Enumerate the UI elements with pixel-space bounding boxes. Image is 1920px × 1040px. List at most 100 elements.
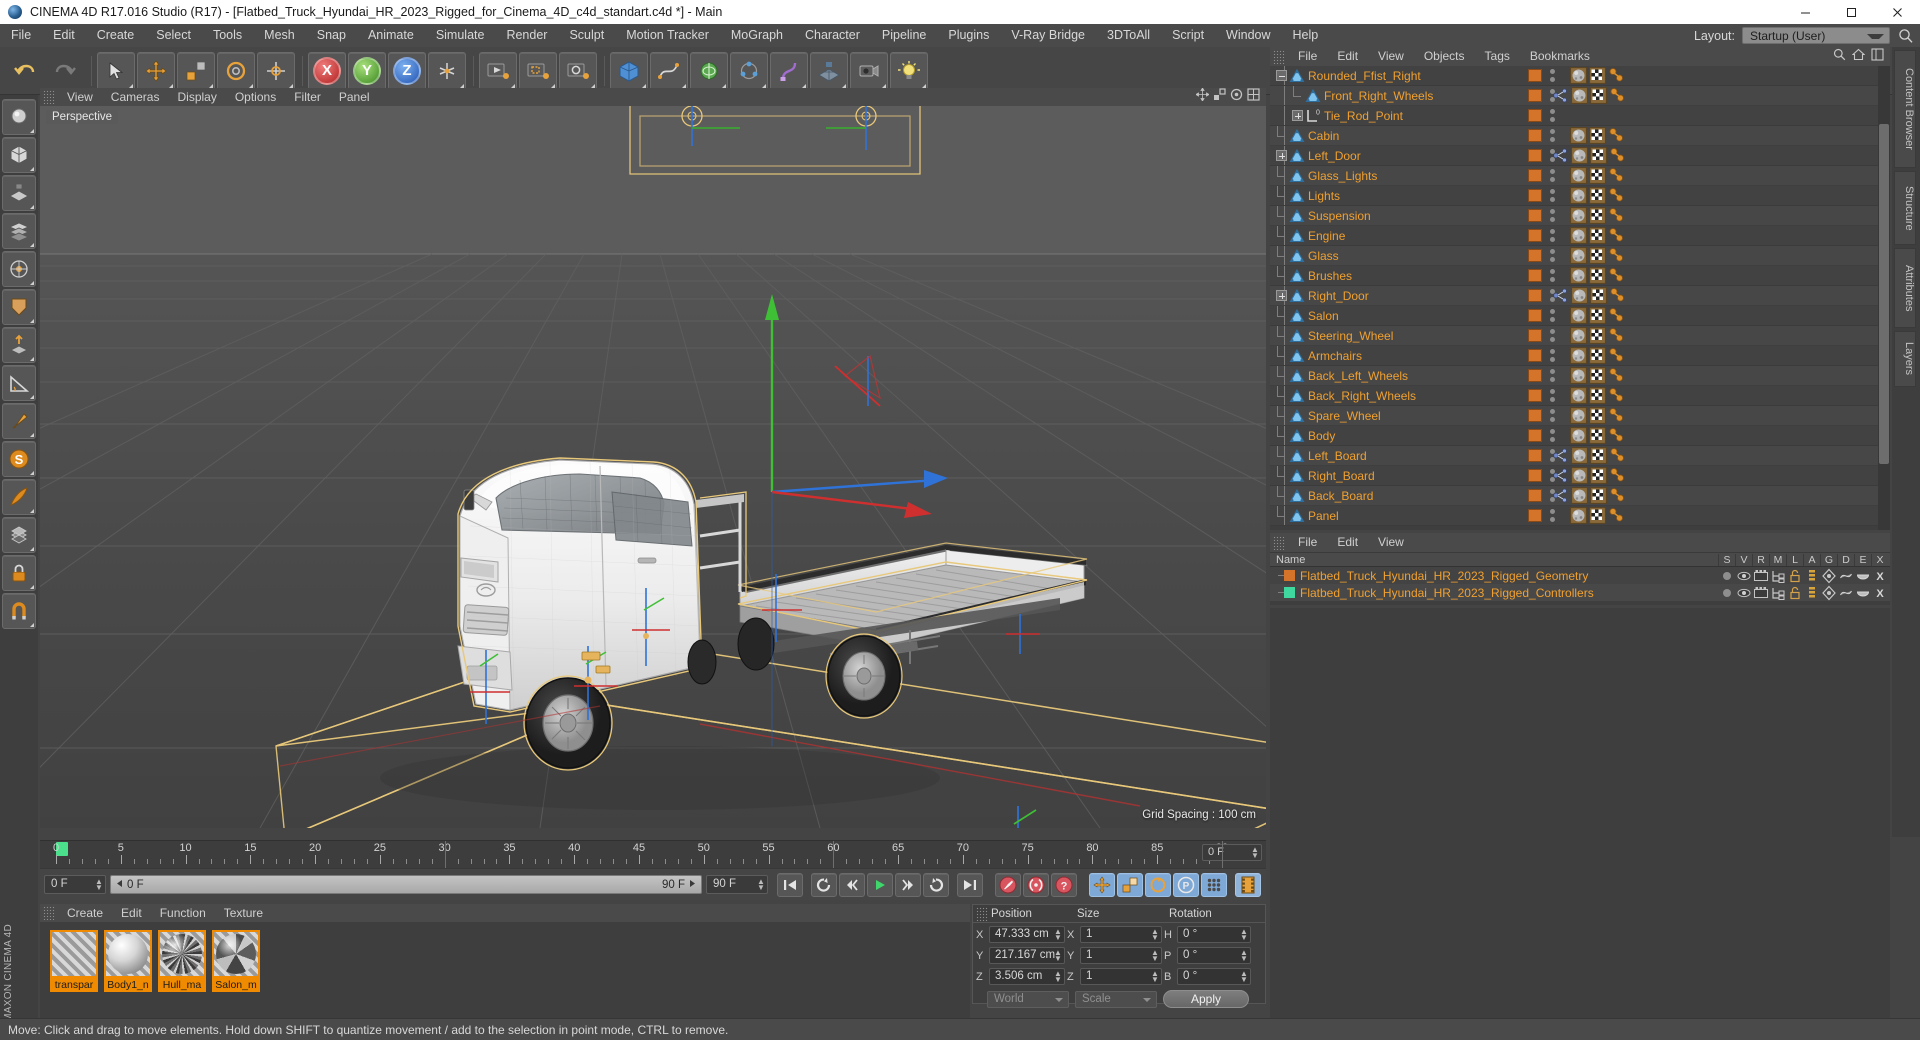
- expand-icon[interactable]: [1276, 290, 1287, 301]
- dock-tab-content-browser[interactable]: Content Browser: [1894, 50, 1916, 168]
- selection-tag-icon[interactable]: [1608, 67, 1625, 84]
- uv-checker-tag-icon[interactable]: [1589, 427, 1606, 444]
- render-settings-button[interactable]: [559, 51, 597, 90]
- play-backwards-button[interactable]: [811, 872, 837, 897]
- selection-tag-icon[interactable]: [1608, 407, 1625, 424]
- visibility-dots[interactable]: [1550, 209, 1555, 222]
- param-key-button[interactable]: P: [1173, 872, 1199, 897]
- menu-plugins[interactable]: Plugins: [937, 24, 1000, 47]
- menu-character[interactable]: Character: [794, 24, 871, 47]
- object-layer-color-chip[interactable]: [1528, 489, 1542, 502]
- selection-tag-icon[interactable]: [1609, 287, 1626, 304]
- selection-tag-icon[interactable]: [1608, 227, 1625, 244]
- current-frame-field[interactable]: 0 F ▲ ▼: [44, 875, 106, 894]
- rotation-key-button[interactable]: [1145, 872, 1171, 897]
- xpresso-tag-icon[interactable]: [1552, 447, 1569, 464]
- take-deformer-icon[interactable]: [1837, 567, 1854, 584]
- selection-tag-icon[interactable]: [1608, 347, 1625, 364]
- object-layer-color-chip[interactable]: [1528, 329, 1542, 342]
- spinner-icon[interactable]: ▲ ▼: [1151, 948, 1159, 962]
- object-row-lights[interactable]: Lights: [1270, 185, 1878, 206]
- object-manager-scrollbar[interactable]: [1878, 66, 1890, 530]
- visibility-dots[interactable]: [1550, 349, 1555, 362]
- expand-icon[interactable]: [1276, 150, 1287, 161]
- texture-tag-icon[interactable]: [1570, 67, 1587, 84]
- box-object-tool[interactable]: [2, 137, 36, 173]
- selection-tag-icon[interactable]: [1608, 207, 1625, 224]
- object-row-right-door[interactable]: Right_Door: [1270, 286, 1878, 306]
- material-menu-function[interactable]: Function: [151, 904, 215, 922]
- object-layer-color-chip[interactable]: [1528, 409, 1542, 422]
- take-column-d[interactable]: D: [1837, 553, 1854, 566]
- take-row[interactable]: Flatbed_Truck_Hyundai_HR_2023_Rigged_Geo…: [1270, 567, 1890, 584]
- xpresso-tag-icon[interactable]: [1552, 467, 1569, 484]
- axis-z-button[interactable]: Z: [388, 51, 426, 90]
- object-row-body[interactable]: Body: [1270, 425, 1878, 446]
- dock-tab-layers[interactable]: Layers: [1894, 331, 1916, 387]
- menu-pipeline[interactable]: Pipeline: [871, 24, 937, 47]
- coord-rot-h-field[interactable]: 0 ° ▲ ▼: [1177, 926, 1251, 943]
- uv-checker-tag-icon[interactable]: [1589, 207, 1606, 224]
- record-active-objects-button[interactable]: [995, 872, 1021, 897]
- viewport-menu-options[interactable]: Options: [226, 88, 285, 106]
- selection-tag-icon[interactable]: [1608, 267, 1625, 284]
- timeline-ruler[interactable]: 051015202530354045505560657075808590 0 F…: [40, 840, 1266, 869]
- object-row-tie-rod-point[interactable]: 0 Tie_Rod_Point: [1270, 106, 1878, 126]
- texture-tag-icon[interactable]: [1570, 187, 1587, 204]
- maximize-button[interactable]: [1828, 0, 1874, 24]
- take-generator-icon[interactable]: [1820, 567, 1837, 584]
- object-layer-color-chip[interactable]: [1528, 449, 1542, 462]
- texture-tag-icon[interactable]: [1570, 407, 1587, 424]
- om-menu-bookmarks[interactable]: Bookmarks: [1520, 47, 1600, 66]
- uv-checker-tag-icon[interactable]: [1589, 67, 1606, 84]
- visibility-dots[interactable]: [1550, 269, 1555, 282]
- visibility-dots[interactable]: [1550, 309, 1555, 322]
- om-menu-tags[interactable]: Tags: [1475, 47, 1520, 66]
- visibility-dots[interactable]: [1550, 429, 1555, 442]
- menu-animate[interactable]: Animate: [357, 24, 425, 47]
- position-key-button[interactable]: [1089, 872, 1115, 897]
- scrollbar-thumb[interactable]: [1879, 124, 1889, 464]
- minimize-button[interactable]: [1782, 0, 1828, 24]
- om-search-icon[interactable]: [1833, 48, 1846, 66]
- object-tree[interactable]: Rounded_Ffist_Right Front_Right_Wheels 0 Ti…: [1270, 66, 1878, 530]
- world-coordinate-dropdown[interactable]: World: [987, 990, 1069, 1008]
- menu-render[interactable]: Render: [495, 24, 558, 47]
- object-row-engine[interactable]: Engine: [1270, 225, 1878, 246]
- object-row-steering-wheel[interactable]: Steering_Wheel: [1270, 325, 1878, 346]
- uv-checker-tag-icon[interactable]: [1589, 507, 1606, 524]
- object-layer-color-chip[interactable]: [1528, 349, 1542, 362]
- object-layer-color-chip[interactable]: [1528, 389, 1542, 402]
- selection-tag-icon[interactable]: [1608, 327, 1625, 344]
- take-column-s[interactable]: S: [1718, 553, 1735, 566]
- menu-sculpt[interactable]: Sculpt: [558, 24, 615, 47]
- take-mode-icon[interactable]: [1769, 567, 1786, 584]
- panel-grip-icon[interactable]: [976, 906, 988, 921]
- take-column-v[interactable]: V: [1735, 553, 1752, 566]
- texture-tag-icon[interactable]: [1570, 367, 1587, 384]
- light-button[interactable]: [890, 51, 928, 90]
- material-swatch-hull[interactable]: Hull_ma: [158, 930, 206, 992]
- texture-tag-icon[interactable]: [1570, 347, 1587, 364]
- panel-grip-icon[interactable]: [1273, 49, 1285, 64]
- tk-menu-file[interactable]: File: [1288, 533, 1327, 552]
- take-column-x[interactable]: X: [1871, 553, 1888, 566]
- keyframe-selection-button[interactable]: ?: [1051, 872, 1077, 897]
- array-button[interactable]: [730, 51, 768, 90]
- spinner-icon[interactable]: ▲ ▼: [1240, 927, 1248, 941]
- uv-checker-tag-icon[interactable]: [1589, 127, 1606, 144]
- take-column-r[interactable]: R: [1752, 553, 1769, 566]
- menu-create[interactable]: Create: [86, 24, 146, 47]
- spinner-icon[interactable]: ▲ ▼: [1151, 927, 1159, 941]
- take-lock-icon[interactable]: [1786, 584, 1803, 601]
- menu-edit[interactable]: Edit: [42, 24, 86, 47]
- coord-pos-z-field[interactable]: 3.506 cm ▲ ▼: [989, 968, 1065, 985]
- selection-tag-icon[interactable]: [1609, 467, 1626, 484]
- menu-script[interactable]: Script: [1161, 24, 1215, 47]
- timeline-range-slider[interactable]: 0 F 90 F: [110, 875, 702, 894]
- uv-checker-tag-icon[interactable]: [1589, 187, 1606, 204]
- take-column-a[interactable]: A: [1803, 553, 1820, 566]
- apply-button[interactable]: Apply: [1163, 990, 1249, 1008]
- spinner-icon[interactable]: ▲ ▼: [1240, 948, 1248, 962]
- weight-tool[interactable]: [2, 517, 36, 553]
